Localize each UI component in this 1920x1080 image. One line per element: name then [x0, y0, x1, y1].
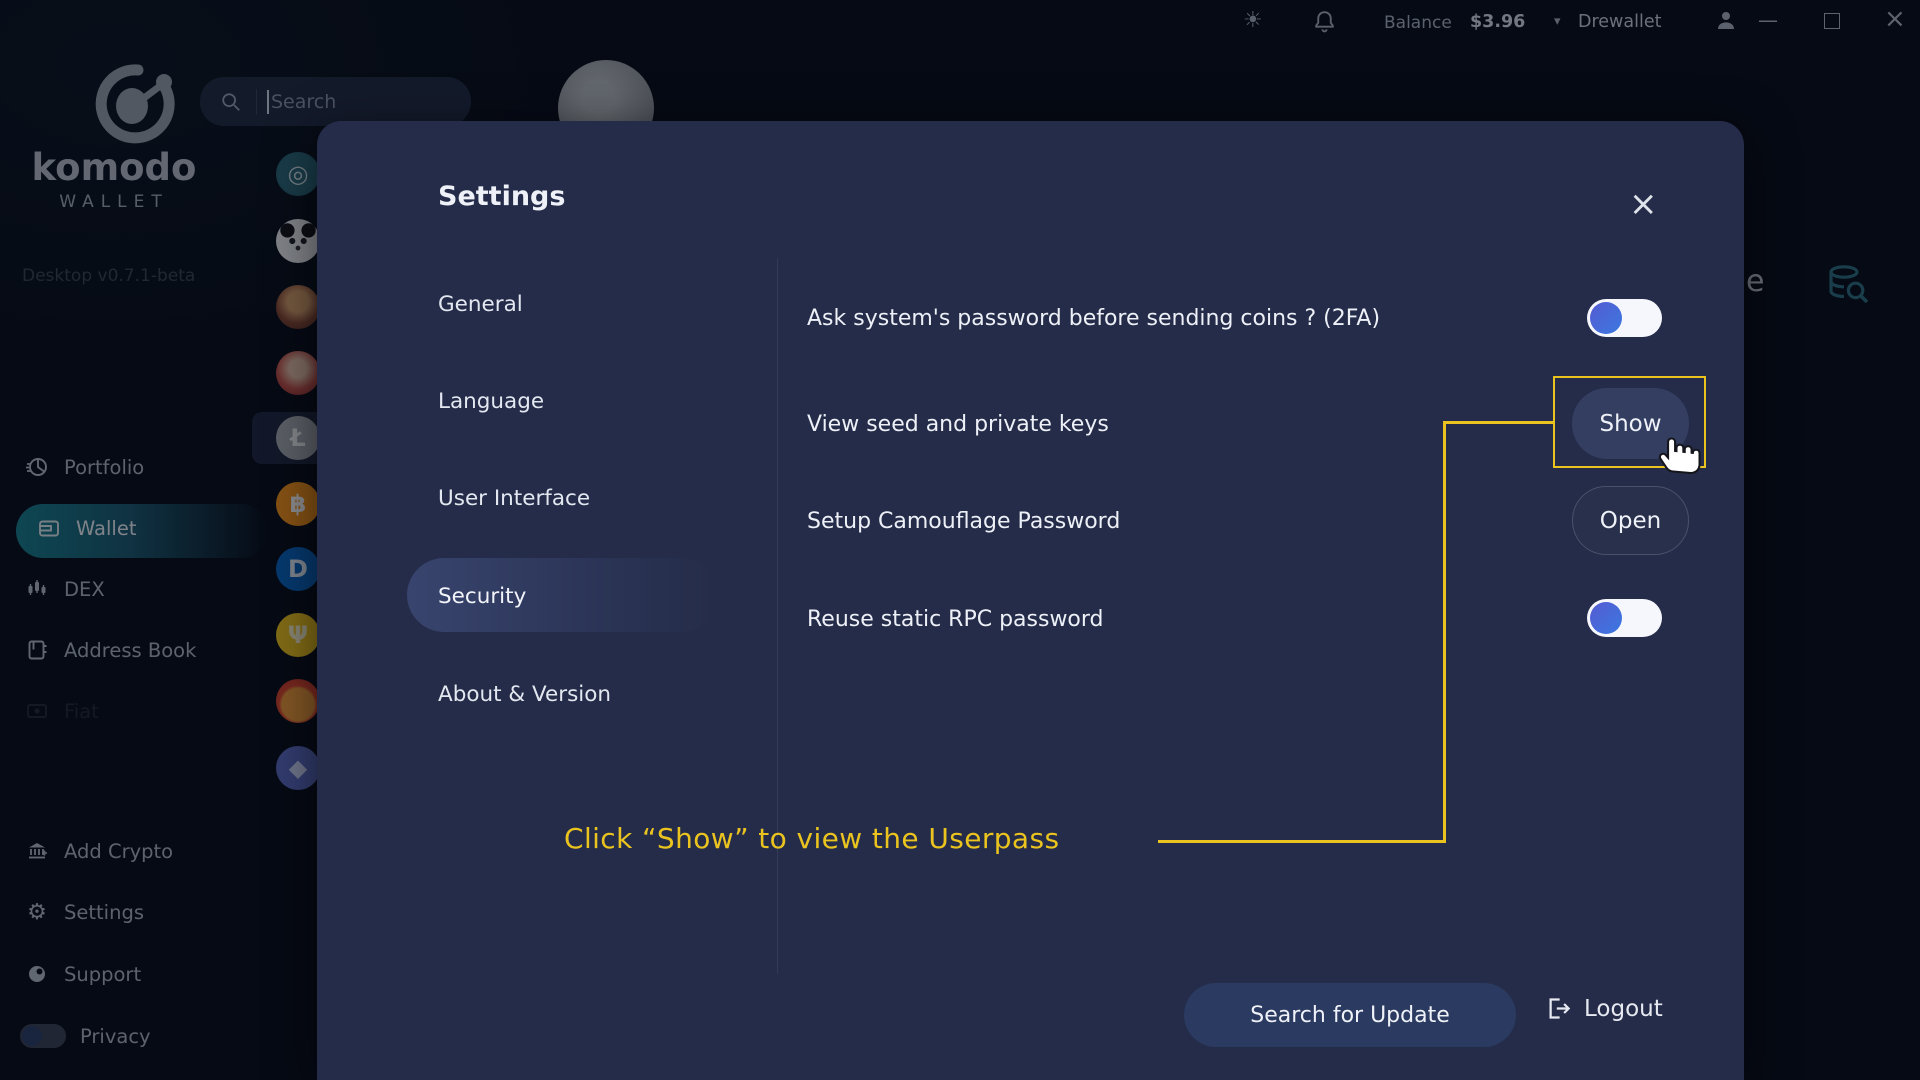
account-person-icon[interactable] [1714, 8, 1738, 32]
sidebar-item-label: Add Crypto [64, 839, 174, 863]
search-text-caret [267, 89, 269, 114]
app-version: Desktop v0.7.1-beta [22, 266, 196, 286]
account-name[interactable]: Drewallet [1578, 12, 1661, 32]
fiat-icon [24, 699, 50, 723]
gear-icon: ⚙ [27, 899, 47, 925]
search-input[interactable] [271, 90, 421, 113]
logout-icon [1545, 995, 1572, 1022]
sidebar-item-privacy[interactable]: Privacy [20, 1024, 151, 1048]
database-search-icon[interactable] [1824, 260, 1872, 308]
app-window: ☀ Balance $3.96 ▾ Drewallet — × komodo W… [0, 0, 1920, 1080]
coin-shiba[interactable] [276, 679, 320, 723]
address-book-icon [24, 638, 50, 662]
sidebar-item-add-crypto[interactable]: Add Crypto [24, 839, 173, 863]
sidebar-item-dex[interactable]: DEX [24, 577, 105, 601]
window-minimize-button[interactable]: — [1758, 8, 1778, 32]
annotation-text: Click “Show” to view the Userpass [564, 822, 1060, 855]
support-icon [24, 962, 50, 986]
search-icon [220, 91, 242, 113]
window-close-button[interactable]: × [1884, 4, 1906, 34]
sidebar-item-support[interactable]: Support [24, 962, 141, 986]
sidebar-item-address-book[interactable]: Address Book [24, 638, 196, 662]
modal-divider [777, 258, 778, 974]
theme-sun-icon[interactable]: ☀ [1243, 8, 1263, 33]
logout-label: Logout [1584, 995, 1663, 1022]
sidebar-item-label: Wallet [76, 516, 137, 540]
sidebar-item-label: Portfolio [64, 455, 145, 479]
tab-language[interactable]: Language [438, 386, 544, 416]
brand-subtitle: WALLET [59, 192, 169, 212]
coin-bitcoin[interactable]: ฿ [276, 482, 320, 526]
sidebar-item-label: Fiat [64, 699, 99, 723]
portfolio-pie-icon [24, 455, 50, 479]
tab-about-version[interactable]: About & Version [438, 679, 611, 709]
annotation-line-top [1443, 421, 1553, 424]
modal-title: Settings [438, 181, 566, 212]
notifications-bell-icon[interactable] [1312, 9, 1337, 34]
rpc-toggle[interactable] [1587, 599, 1662, 637]
background-text-fragment: e [1746, 264, 1765, 299]
tab-security[interactable]: Security [438, 581, 526, 611]
settings-modal: Settings × General Language User Interfa… [317, 121, 1744, 1080]
annotation-line-vertical [1443, 421, 1446, 843]
rpc-toggle-knob [1590, 602, 1622, 634]
sidebar-item-wallet[interactable]: Wallet [36, 516, 136, 540]
balance-value: $3.96 [1470, 12, 1526, 32]
coin-avatar-1[interactable] [276, 285, 320, 329]
setting-label-rpc: Reuse static RPC password [807, 606, 1104, 632]
bank-plus-icon [24, 839, 50, 863]
account-caret-down-icon[interactable]: ▾ [1554, 14, 1561, 29]
annotation-line-bottom [1158, 840, 1446, 843]
coin-digibyte[interactable]: D [276, 547, 320, 591]
coin-ethereum[interactable]: ◆ [276, 746, 320, 790]
coin-psi[interactable]: Ψ [276, 613, 320, 657]
tab-user-interface[interactable]: User Interface [438, 483, 590, 513]
window-maximize-button[interactable] [1824, 13, 1840, 29]
coin-panda[interactable] [276, 219, 320, 263]
coin-litecoin[interactable]: Ł [276, 416, 320, 460]
2fa-toggle-knob [1590, 302, 1622, 334]
sidebar-item-label: Settings [64, 901, 144, 924]
brand-name: komodo [31, 146, 197, 189]
search-for-update-button[interactable]: Search for Update [1184, 983, 1516, 1047]
coin-avatar-2[interactable] [276, 351, 320, 395]
privacy-toggle[interactable] [20, 1024, 66, 1048]
balance-label: Balance [1384, 13, 1452, 33]
privacy-toggle-knob [22, 1026, 42, 1046]
sidebar-item-settings[interactable]: ⚙ Settings [24, 901, 144, 924]
search-separator [256, 88, 257, 115]
tab-general[interactable]: General [438, 289, 523, 319]
modal-close-icon[interactable]: × [1629, 187, 1658, 221]
sidebar-item-label: Address Book [64, 638, 197, 662]
wallet-icon [36, 516, 62, 540]
setting-label-view-seed: View seed and private keys [807, 411, 1109, 437]
coin-komodo[interactable]: ◎ [276, 152, 320, 196]
sidebar-item-label: Privacy [80, 1024, 151, 1048]
sidebar-item-fiat[interactable]: Fiat [24, 699, 99, 723]
sidebar-item-label: DEX [64, 577, 105, 601]
open-button[interactable]: Open [1572, 486, 1689, 555]
sidebar-item-portfolio[interactable]: Portfolio [24, 455, 144, 479]
hand-cursor-icon [1655, 428, 1703, 476]
logout-button[interactable]: Logout [1545, 995, 1663, 1022]
setting-label-camouflage: Setup Camouflage Password [807, 508, 1121, 534]
search-bar[interactable] [200, 77, 471, 126]
dex-candlestick-icon [24, 577, 50, 601]
sidebar-item-label: Support [64, 962, 142, 986]
setting-label-2fa: Ask system's password before sending coi… [807, 305, 1381, 331]
komodo-logo-icon [76, 62, 196, 146]
2fa-toggle[interactable] [1587, 299, 1662, 337]
